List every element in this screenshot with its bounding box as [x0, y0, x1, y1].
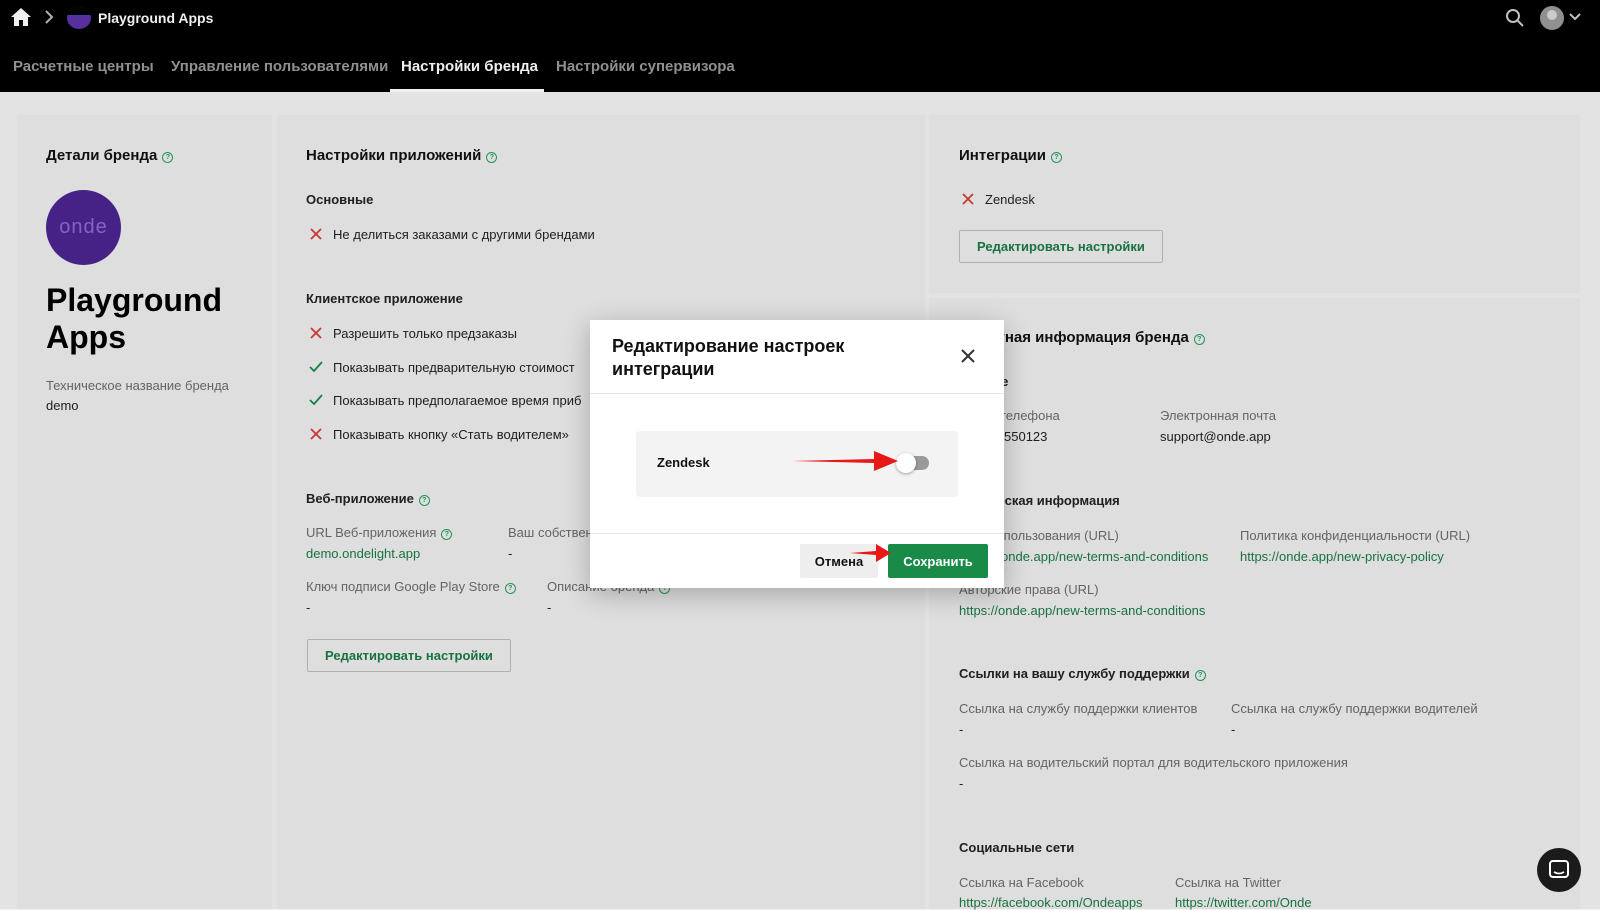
zendesk-toggle[interactable] [896, 453, 929, 473]
annotation-arrow [850, 544, 891, 562]
zendesk-label: Zendesk [657, 455, 710, 470]
modal-divider [590, 393, 1004, 394]
save-button[interactable]: Сохранить [888, 544, 988, 578]
modal-divider [590, 533, 1004, 534]
chat-icon [1549, 860, 1569, 878]
annotation-arrow [792, 451, 898, 471]
modal-title: Редактирование настроек интеграции [612, 336, 845, 379]
close-icon[interactable] [960, 348, 976, 364]
chat-widget-button[interactable] [1537, 848, 1581, 892]
